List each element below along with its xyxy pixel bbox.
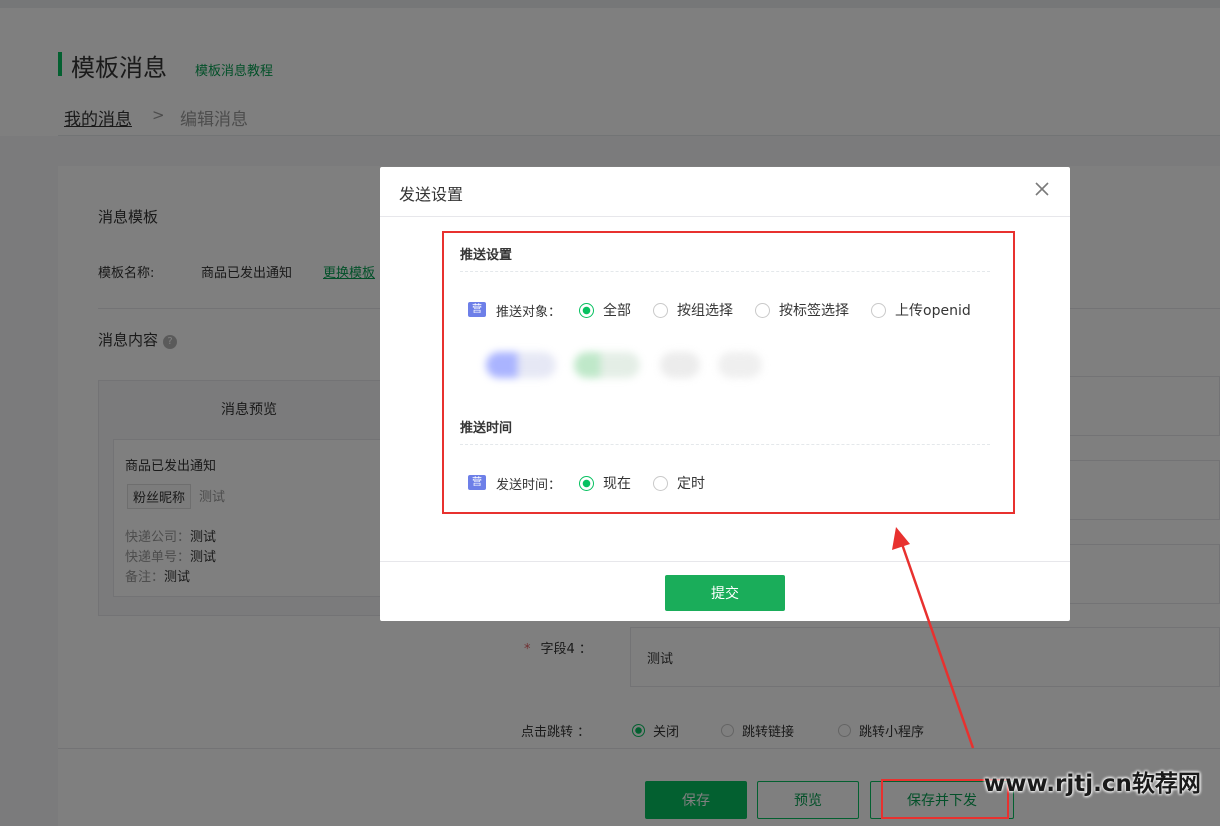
watermark: www.rjtj.cn软荐网 [984,771,1201,797]
annotation-arrow [892,527,975,749]
